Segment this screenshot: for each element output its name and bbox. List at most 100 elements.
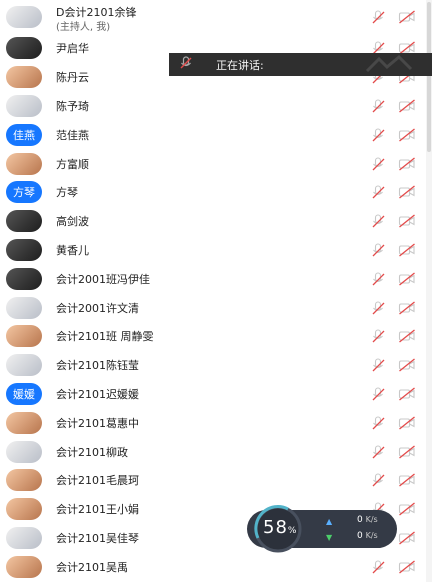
participant-row[interactable]: 会计2101班 周静雯 — [0, 322, 426, 351]
camera-muted-icon[interactable] — [398, 531, 416, 545]
usage-percent-symbol: % — [287, 526, 298, 536]
media-controls — [370, 415, 416, 431]
avatar — [6, 498, 42, 521]
participant-name: 会计2001班冯伊佳 — [56, 272, 150, 286]
participant-name: 尹启华 — [56, 42, 89, 56]
media-controls — [370, 444, 416, 460]
avatar — [6, 267, 42, 290]
participant-row[interactable]: 会计2101葛惠中 — [0, 408, 426, 437]
participant-row[interactable]: 会计2101吴禹 — [0, 552, 426, 581]
avatar — [6, 555, 42, 578]
participant-name: 会计2101毛晨珂 — [56, 474, 139, 488]
participant-row[interactable]: 佳燕 范佳燕 — [0, 120, 426, 149]
avatar: 佳燕 — [6, 123, 42, 146]
participant-row[interactable]: 黄香儿 — [0, 236, 426, 265]
mic-muted-icon[interactable] — [370, 213, 386, 229]
avatar — [6, 469, 42, 492]
participant-name: 会计2101吴禹 — [56, 560, 128, 574]
participant-row[interactable]: 会计2001班冯伊佳 — [0, 264, 426, 293]
camera-muted-icon[interactable] — [398, 358, 416, 372]
download-speed-value: 0 — [357, 531, 363, 541]
mic-muted-icon[interactable] — [370, 444, 386, 460]
media-controls — [370, 386, 416, 402]
camera-muted-icon[interactable] — [398, 272, 416, 286]
upload-speed: 0 K/s — [357, 515, 378, 525]
participant-name: 陈予琦 — [56, 99, 89, 113]
participant-row[interactable]: 陈予琦 — [0, 92, 426, 121]
mic-muted-icon[interactable] — [370, 127, 386, 143]
media-controls — [370, 559, 416, 575]
mic-muted-icon[interactable] — [370, 271, 386, 287]
camera-muted-icon[interactable] — [398, 560, 416, 574]
camera-muted-icon[interactable] — [398, 243, 416, 257]
camera-muted-icon[interactable] — [398, 214, 416, 228]
download-arrow-icon: ▼ — [326, 533, 333, 542]
mic-muted-icon[interactable] — [370, 386, 386, 402]
media-controls — [370, 300, 416, 316]
avatar: 媛媛 — [6, 382, 42, 405]
speaking-banner: 正在讲话: — [169, 53, 432, 76]
camera-muted-icon[interactable] — [398, 99, 416, 113]
mic-muted-icon[interactable] — [370, 98, 386, 114]
participant-name: 会计2101班 周静雯 — [56, 330, 154, 344]
participant-row[interactable]: 媛媛 会计2101迟媛媛 — [0, 380, 426, 409]
media-controls — [370, 357, 416, 373]
avatar — [6, 440, 42, 463]
mic-muted-icon[interactable] — [370, 184, 386, 200]
avatar — [6, 37, 42, 60]
download-speed: 0 K/s — [357, 531, 378, 541]
usage-percent-value: 58 — [263, 517, 288, 538]
participant-row[interactable]: 方富顺 — [0, 149, 426, 178]
participant-name: 会计2101吴佳琴 — [56, 531, 139, 545]
media-controls — [370, 271, 416, 287]
camera-muted-icon[interactable] — [398, 329, 416, 343]
mic-muted-icon[interactable] — [370, 9, 386, 25]
media-controls — [370, 242, 416, 258]
mic-muted-icon[interactable] — [370, 156, 386, 172]
camera-muted-icon[interactable] — [398, 387, 416, 401]
scrollbar-thumb[interactable] — [427, 2, 431, 152]
participant-name: 会计2101王小娟 — [56, 503, 139, 517]
camera-muted-icon[interactable] — [398, 301, 416, 315]
participant-row[interactable]: 会计2101陈钰莹 — [0, 351, 426, 380]
participant-list: D会计2101余锋 (主持人, 我) 尹启华 陈丹云 陈予琦 佳燕 范佳燕 方富顺 方琴 方琴 高剑… — [0, 0, 426, 581]
participant-row[interactable]: D会计2101余锋 (主持人, 我) — [0, 0, 426, 34]
media-controls — [370, 9, 416, 25]
media-controls — [370, 213, 416, 229]
participant-row[interactable]: 会计2101毛晨珂 — [0, 466, 426, 495]
mic-muted-icon[interactable] — [370, 357, 386, 373]
mic-muted-icon[interactable] — [370, 415, 386, 431]
participant-name: 会计2101陈钰莹 — [56, 359, 139, 373]
camera-muted-icon[interactable] — [398, 473, 416, 487]
participant-role: (主持人, 我) — [56, 22, 111, 33]
camera-muted-icon[interactable] — [398, 10, 416, 24]
mic-muted-icon[interactable] — [370, 559, 386, 575]
avatar — [6, 296, 42, 319]
camera-muted-icon[interactable] — [398, 185, 416, 199]
participant-row[interactable]: 方琴 方琴 — [0, 178, 426, 207]
download-speed-unit: K/s — [365, 531, 378, 540]
participant-row[interactable]: 高剑波 — [0, 207, 426, 236]
upload-arrow-icon: ▲ — [326, 517, 333, 526]
participant-row[interactable]: 会计2101柳政 — [0, 437, 426, 466]
participant-name: 黄香儿 — [56, 243, 89, 257]
camera-muted-icon[interactable] — [398, 416, 416, 430]
avatar — [6, 6, 42, 28]
media-controls — [370, 184, 416, 200]
camera-muted-icon[interactable] — [398, 502, 416, 516]
mic-muted-icon[interactable] — [370, 328, 386, 344]
camera-muted-icon[interactable] — [398, 128, 416, 142]
list-scrollbar[interactable] — [426, 0, 432, 582]
camera-muted-icon[interactable] — [398, 157, 416, 171]
avatar — [6, 94, 42, 117]
mic-muted-icon[interactable] — [370, 472, 386, 488]
muted-mic-icon — [178, 55, 200, 74]
avatar — [6, 238, 42, 261]
mic-muted-icon[interactable] — [370, 242, 386, 258]
participant-name: 范佳燕 — [56, 128, 89, 142]
participant-name: 方琴 — [56, 186, 78, 200]
camera-muted-icon[interactable] — [398, 445, 416, 459]
media-controls — [370, 127, 416, 143]
participant-row[interactable]: 会计2001许文清 — [0, 293, 426, 322]
mic-muted-icon[interactable] — [370, 300, 386, 316]
